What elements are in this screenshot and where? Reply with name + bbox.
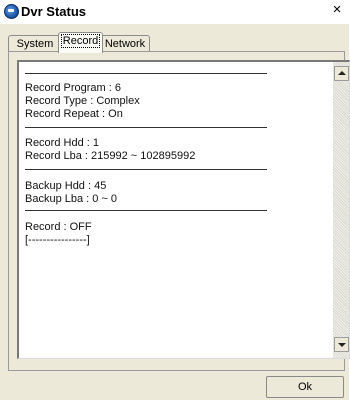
scroll-up-button[interactable]: [334, 66, 349, 81]
tab-record-label: Record: [60, 34, 101, 48]
separator: [25, 127, 267, 128]
record-type-line: Record Type : Complex: [25, 95, 140, 107]
app-globe-icon: [4, 4, 19, 19]
record-state-line: Record : OFF: [25, 221, 92, 233]
close-button[interactable]: ×: [329, 1, 345, 19]
tab-record[interactable]: Record: [58, 32, 103, 53]
tab-network[interactable]: Network: [100, 35, 150, 52]
record-repeat-line: Record Repeat : On: [25, 108, 123, 120]
arrow-up-icon: [338, 71, 346, 75]
tab-system-label: System: [16, 38, 54, 50]
arrow-down-icon: [338, 343, 346, 347]
record-status-textarea[interactable]: Record Program : 6 Record Type : Complex…: [17, 60, 350, 359]
record-lba-line: Record Lba : 215992 ~ 102895992: [25, 150, 196, 162]
separator: [25, 210, 267, 211]
scroll-down-button[interactable]: [334, 337, 349, 352]
tab-system[interactable]: System: [8, 35, 62, 52]
window-title: Dvr Status: [21, 4, 87, 19]
record-progress-line: [----------------]: [25, 234, 90, 246]
separator: [25, 169, 267, 170]
dvr-status-dialog: Dvr Status × System Record Network Recor…: [0, 0, 350, 400]
vertical-scrollbar[interactable]: [333, 62, 349, 358]
backup-lba-line: Backup Lba : 0 ~ 0: [25, 193, 118, 205]
record-hdd-line: Record Hdd : 1: [25, 137, 99, 149]
separator: [25, 73, 267, 74]
title-bar: Dvr Status ×: [0, 0, 349, 24]
record-program-line: Record Program : 6: [25, 82, 121, 94]
tab-network-label: Network: [104, 38, 146, 50]
backup-hdd-line: Backup Hdd : 45: [25, 180, 107, 192]
ok-button[interactable]: Ok: [266, 376, 344, 398]
